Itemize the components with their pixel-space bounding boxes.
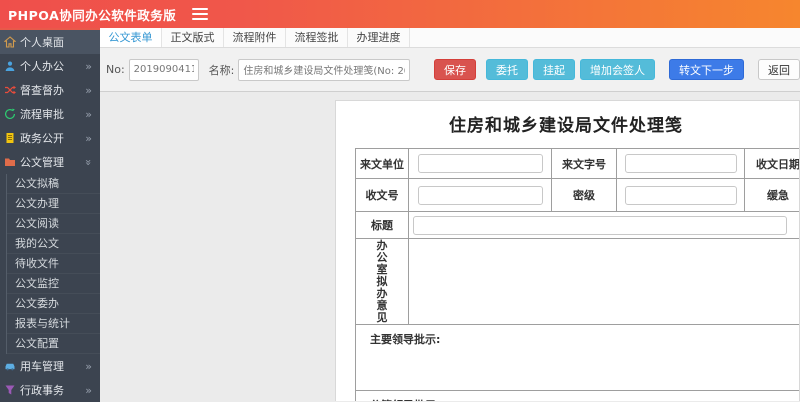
tab-progress[interactable]: 办理进度 [348, 28, 410, 47]
chevron-right-icon: » [85, 83, 92, 97]
chevron-right-icon: » [85, 383, 92, 397]
sidebar-item-workflow-approval[interactable]: 流程审批 » [0, 102, 100, 126]
table-row: 办公室拟办意见 [355, 238, 799, 325]
save-button[interactable]: 保存 [434, 59, 476, 80]
main-leader-remarks-area[interactable]: 主要领导批示: [355, 324, 799, 391]
sidebar-item-label: 行政事务 [20, 384, 64, 397]
sidebar-item-supervision[interactable]: 督查督办 » [0, 78, 100, 102]
phpoa-app: PHPOA协同办公软件政务版 个人桌面 个人办公 » 督查督办 » 流程审批 »… [0, 0, 800, 402]
sidebar-item-admin-affairs[interactable]: 行政事务 » [0, 378, 100, 402]
user-icon [4, 60, 17, 72]
submenu-item-document-config[interactable]: 公文配置 [7, 334, 100, 354]
office-opinion-label: 办公室拟办意见 [376, 238, 388, 324]
sidebar-item-label: 个人桌面 [20, 36, 64, 49]
folder-icon [4, 156, 17, 168]
submenu-item-my-documents[interactable]: 我的公文 [7, 234, 100, 254]
name-input[interactable] [238, 58, 410, 81]
sidebar-item-vehicle-management[interactable]: 用车管理 » [0, 354, 100, 378]
submenu-item-document-reading[interactable]: 公文阅读 [7, 214, 100, 234]
submenu-item-document-handling[interactable]: 公文办理 [7, 194, 100, 214]
source-unit-input[interactable] [417, 154, 543, 173]
forward-next-step-button[interactable]: 转文下一步 [669, 59, 744, 80]
branch-leader-remarks-area[interactable]: 分管领导批示: [355, 390, 799, 401]
sidebar-item-personal-desktop[interactable]: 个人桌面 [0, 30, 100, 54]
sidebar-item-label: 督查督办 [20, 84, 64, 97]
filter-icon [4, 384, 17, 396]
document-title: 住房和城乡建设局文件处理笺 [449, 116, 683, 136]
name-label: 名称: [208, 63, 235, 77]
main-area: 公文表单 正文版式 流程附件 流程签批 办理进度 No: 名称: 保存 委托 挂… [100, 28, 800, 402]
sidebar-item-label: 用车管理 [20, 360, 64, 373]
source-doc-no-input[interactable] [624, 154, 737, 173]
sidebar-item-label: 个人办公 [20, 60, 64, 73]
content-area: 住房和城乡建设局文件处理笺 来文单位 来文字号 收文日期 收文号 密级 缓急 标… [100, 92, 800, 401]
secrecy-input[interactable] [624, 185, 737, 205]
chevron-right-icon: » [85, 131, 92, 145]
document-management-submenu: 公文拟稿 公文办理 公文阅读 我的公文 待收文件 公文监控 公文委办 报表与统计… [6, 174, 100, 354]
sidebar-item-personal-office[interactable]: 个人办公 » [0, 54, 100, 78]
submenu-item-document-draft[interactable]: 公文拟稿 [7, 174, 100, 194]
shuffle-icon [4, 84, 17, 96]
source-doc-no-label: 来文字号 [551, 148, 617, 179]
table-row: 来文单位 来文字号 收文日期 [355, 148, 799, 179]
sidebar-item-label: 流程审批 [20, 108, 64, 121]
submenu-item-document-delegation[interactable]: 公文委办 [7, 294, 100, 314]
main-leader-remarks-label: 主要领导批示: [370, 333, 441, 346]
no-label: No: [106, 63, 125, 76]
table-row: 收文号 密级 缓急 [355, 178, 799, 212]
topbar: PHPOA协同办公软件政务版 [0, 0, 800, 28]
source-unit-label: 来文单位 [355, 148, 409, 179]
document-form-table: 来文单位 来文字号 收文日期 收文号 密级 缓急 标题 办公室拟办意见 主要领导… [355, 148, 799, 401]
secrecy-label: 密级 [551, 178, 617, 212]
doc-title-label: 标题 [355, 211, 409, 239]
submenu-item-reports-statistics[interactable]: 报表与统计 [7, 314, 100, 334]
sync-icon [4, 108, 17, 120]
tab-document-form[interactable]: 公文表单 [100, 28, 162, 47]
doc-title-input[interactable] [413, 215, 787, 235]
table-row: 标题 [355, 211, 799, 239]
sidebar-item-label: 政务公开 [20, 132, 64, 145]
delegate-button[interactable]: 委托 [486, 59, 528, 80]
receive-date-label: 收文日期 [744, 148, 799, 179]
urgency-label: 缓急 [744, 178, 799, 212]
sidebar: 个人桌面 个人办公 » 督查督办 » 流程审批 » 政务公开 » 公文管理 » [0, 28, 100, 402]
chevron-right-icon: » [85, 359, 92, 373]
no-input[interactable] [128, 58, 199, 81]
receive-no-label: 收文号 [355, 178, 409, 212]
back-button[interactable]: 返回 [758, 59, 800, 80]
add-countersigner-button[interactable]: 增加会签人 [580, 59, 655, 80]
toolbar: No: 名称: 保存 委托 挂起 增加会签人 转文下一步 返回 [100, 48, 800, 92]
receive-no-input[interactable] [417, 185, 543, 205]
tab-bar: 公文表单 正文版式 流程附件 流程签批 办理进度 [100, 28, 800, 48]
table-row: 分管领导批示: [355, 390, 799, 401]
submenu-item-pending-documents[interactable]: 待收文件 [7, 254, 100, 274]
submenu-item-document-monitor[interactable]: 公文监控 [7, 274, 100, 294]
app-title: PHPOA协同办公软件政务版 [8, 7, 177, 23]
suspend-button[interactable]: 挂起 [533, 59, 575, 80]
document-paper: 住房和城乡建设局文件处理笺 来文单位 来文字号 收文日期 收文号 密级 缓急 标… [335, 100, 800, 401]
tab-flow-attachments[interactable]: 流程附件 [224, 28, 286, 47]
sidebar-item-government-disclosure[interactable]: 政务公开 » [0, 126, 100, 150]
chevron-right-icon: » [85, 107, 92, 121]
tab-body-layout[interactable]: 正文版式 [162, 28, 224, 47]
tab-flow-approval[interactable]: 流程签批 [286, 28, 348, 47]
home-icon [4, 36, 17, 48]
branch-leader-remarks-label: 分管领导批示: [370, 399, 440, 401]
document-icon [4, 132, 17, 144]
sidebar-item-document-management[interactable]: 公文管理 » [0, 150, 100, 174]
office-opinion-area[interactable] [408, 238, 799, 325]
sidebar-item-label: 公文管理 [20, 156, 64, 169]
menu-toggle-icon[interactable] [192, 8, 209, 20]
car-icon [4, 360, 17, 372]
chevron-right-icon: » [85, 59, 92, 73]
chevron-down-icon: » [82, 158, 96, 166]
table-row: 主要领导批示: [355, 324, 799, 391]
